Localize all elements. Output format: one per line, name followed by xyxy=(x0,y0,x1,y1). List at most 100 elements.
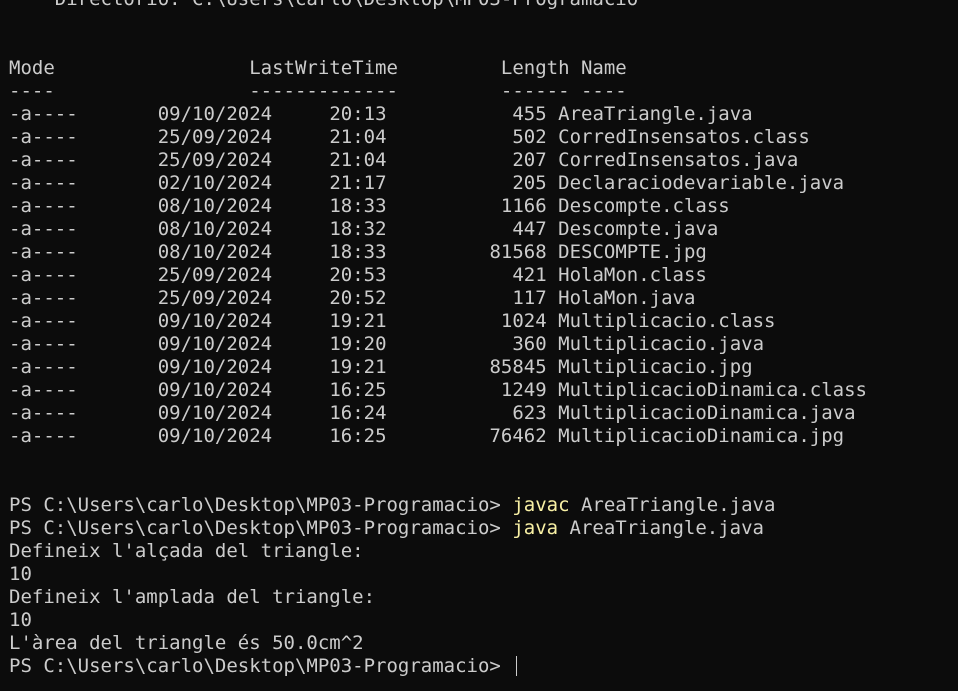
file-time: 21:04 xyxy=(329,126,387,148)
file-mode: -a---- xyxy=(9,333,78,355)
file-name: Multiplicacio.class xyxy=(558,310,776,332)
file-date: 09/10/2024 xyxy=(157,310,273,332)
file-name: MultiplicacioDinamica.java xyxy=(558,402,856,424)
file-time: 20:53 xyxy=(329,264,387,286)
file-time: 19:20 xyxy=(329,333,387,355)
file-mode: -a---- xyxy=(9,172,78,194)
prompt: PS C:\Users\carlo\Desktop\MP03-Programac… xyxy=(9,517,513,539)
file-date: 09/10/2024 xyxy=(157,356,273,378)
file-row: -a---- 09/10/2024 16:25 76462 Multiplica… xyxy=(9,425,958,448)
file-name: AreaTriangle.java xyxy=(558,103,753,125)
file-date: 08/10/2024 xyxy=(157,218,273,240)
file-time: 16:24 xyxy=(329,402,387,424)
file-name: Descompte.class xyxy=(558,195,730,217)
file-row: -a---- 25/09/2024 20:52 117 HolaMon.java xyxy=(9,287,958,310)
file-date: 09/10/2024 xyxy=(157,379,273,401)
file-row: -a---- 09/10/2024 20:13 455 AreaTriangle… xyxy=(9,103,958,126)
file-date: 08/10/2024 xyxy=(157,195,273,217)
file-length: 1249 xyxy=(500,379,547,401)
file-time: 18:32 xyxy=(329,218,387,240)
file-mode: -a---- xyxy=(9,264,78,286)
file-name: Multiplicacio.java xyxy=(558,333,765,355)
file-row: -a---- 09/10/2024 19:21 1024 Multiplicac… xyxy=(9,310,958,333)
program-output-line: 10 xyxy=(9,609,32,631)
file-row: -a---- 09/10/2024 16:24 623 Multiplicaci… xyxy=(9,402,958,425)
program-output-line: L'àrea del triangle és 50.0cm^2 xyxy=(9,632,364,654)
file-length: 76462 xyxy=(489,425,547,447)
file-time: 16:25 xyxy=(329,379,387,401)
file-listing: -a---- 09/10/2024 20:13 455 AreaTriangle… xyxy=(9,103,958,448)
file-date: 25/09/2024 xyxy=(157,149,273,171)
file-length: 1024 xyxy=(500,310,547,332)
text-cursor xyxy=(516,656,518,676)
file-length: 85845 xyxy=(489,356,547,378)
file-mode: -a---- xyxy=(9,356,78,378)
file-length: 421 xyxy=(512,264,547,286)
file-length: 455 xyxy=(512,103,547,125)
file-mode: -a---- xyxy=(9,126,78,148)
file-name: MultiplicacioDinamica.class xyxy=(558,379,867,401)
file-mode: -a---- xyxy=(9,218,78,240)
file-name: Multiplicacio.jpg xyxy=(558,356,753,378)
command-name: javac xyxy=(512,494,570,516)
file-name: MultiplicacioDinamica.jpg xyxy=(558,425,845,447)
file-name: Declaraciodevariable.java xyxy=(558,172,845,194)
terminal-window[interactable]: Directorio: C:\Users\carlo\Desktop\MP03-… xyxy=(0,0,958,691)
file-mode: -a---- xyxy=(9,402,78,424)
command-args: AreaTriangle.java xyxy=(569,494,776,516)
file-mode: -a---- xyxy=(9,425,78,447)
active-prompt-line[interactable]: PS C:\Users\carlo\Desktop\MP03-Programac… xyxy=(9,655,958,678)
directory-line: Directorio: C:\Users\carlo\Desktop\MP03-… xyxy=(9,0,958,11)
file-name: CorredInsensatos.java xyxy=(558,149,799,171)
file-length: 360 xyxy=(512,333,547,355)
file-date: 25/09/2024 xyxy=(157,126,273,148)
file-name: Descompte.java xyxy=(558,218,719,240)
file-row: -a---- 09/10/2024 19:20 360 Multiplicaci… xyxy=(9,333,958,356)
file-name: CorredInsensatos.class xyxy=(558,126,810,148)
command-args: AreaTriangle.java xyxy=(558,517,764,539)
file-row: -a---- 08/10/2024 18:32 447 Descompte.ja… xyxy=(9,218,958,241)
file-time: 16:25 xyxy=(329,425,387,447)
file-time: 20:13 xyxy=(329,103,387,125)
file-row: -a---- 25/09/2024 21:04 502 CorredInsens… xyxy=(9,126,958,149)
listing-header-underline: ---- ------------- ------ ---- xyxy=(9,80,627,102)
prompt: PS C:\Users\carlo\Desktop\MP03-Programac… xyxy=(9,494,513,516)
prompt: PS C:\Users\carlo\Desktop\MP03-Programac… xyxy=(9,655,513,677)
file-mode: -a---- xyxy=(9,103,78,125)
file-date: 09/10/2024 xyxy=(157,402,273,424)
file-row: -a---- 08/10/2024 18:33 81568 DESCOMPTE.… xyxy=(9,241,958,264)
file-date: 09/10/2024 xyxy=(157,333,273,355)
file-row: -a---- 25/09/2024 20:53 421 HolaMon.clas… xyxy=(9,264,958,287)
file-time: 19:21 xyxy=(329,356,387,378)
file-time: 20:52 xyxy=(329,287,387,309)
program-output-line: 10 xyxy=(9,563,32,585)
file-time: 18:33 xyxy=(329,195,387,217)
file-row: -a---- 09/10/2024 19:21 85845 Multiplica… xyxy=(9,356,958,379)
file-length: 623 xyxy=(512,402,547,424)
file-date: 08/10/2024 xyxy=(157,241,273,263)
file-name: DESCOMPTE.jpg xyxy=(558,241,707,263)
file-name: HolaMon.java xyxy=(558,287,696,309)
file-length: 502 xyxy=(512,126,547,148)
file-length: 207 xyxy=(512,149,547,171)
file-time: 19:21 xyxy=(329,310,387,332)
file-row: -a---- 02/10/2024 21:17 205 Declaraciode… xyxy=(9,172,958,195)
file-date: 09/10/2024 xyxy=(157,103,273,125)
file-row: -a---- 25/09/2024 21:04 207 CorredInsens… xyxy=(9,149,958,172)
command-line-java: PS C:\Users\carlo\Desktop\MP03-Programac… xyxy=(9,517,958,540)
file-mode: -a---- xyxy=(9,379,78,401)
file-row: -a---- 09/10/2024 16:25 1249 Multiplicac… xyxy=(9,379,958,402)
file-length: 1166 xyxy=(500,195,547,217)
file-date: 02/10/2024 xyxy=(157,172,273,194)
file-time: 21:17 xyxy=(329,172,387,194)
file-mode: -a---- xyxy=(9,241,78,263)
command-name: java xyxy=(512,517,559,539)
file-time: 21:04 xyxy=(329,149,387,171)
file-mode: -a---- xyxy=(9,310,78,332)
file-mode: -a---- xyxy=(9,287,78,309)
file-time: 18:33 xyxy=(329,241,387,263)
